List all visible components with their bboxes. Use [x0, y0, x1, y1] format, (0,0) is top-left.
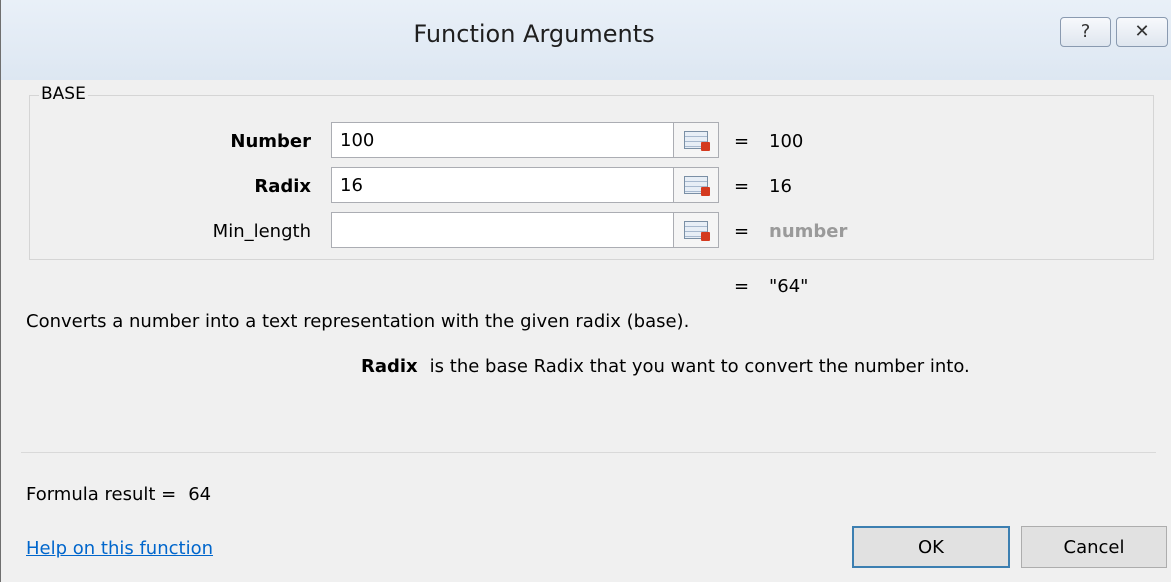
equals-sign: =	[734, 176, 750, 197]
number-input[interactable]	[331, 122, 676, 158]
help-on-function-link[interactable]: Help on this function	[26, 538, 213, 559]
collapse-dialog-button-number[interactable]	[673, 122, 719, 158]
function-name-label: BASE	[39, 84, 88, 104]
divider	[21, 452, 1156, 453]
equals-sign: =	[734, 221, 750, 242]
arg-result-radix: 16	[769, 176, 792, 197]
arg-label-min-length: Min_length	[212, 221, 311, 242]
function-arguments-dialog: Function Arguments ? ✕ BASE Number = 100…	[0, 0, 1171, 582]
cancel-button[interactable]: Cancel	[1021, 526, 1167, 568]
collapse-dialog-button-radix[interactable]	[673, 167, 719, 203]
arg-result-number: 100	[769, 131, 804, 152]
ok-button[interactable]: OK	[852, 526, 1010, 568]
radix-input[interactable]	[331, 167, 676, 203]
argument-description-name: Radix	[361, 356, 418, 377]
range-select-icon	[684, 176, 710, 196]
collapse-dialog-button-min-length[interactable]	[673, 212, 719, 248]
formula-result-label: Formula result =	[26, 484, 177, 505]
arg-label-radix: Radix	[254, 176, 311, 197]
close-button[interactable]: ✕	[1116, 17, 1168, 47]
min-length-input[interactable]	[331, 212, 676, 248]
range-select-icon	[684, 221, 710, 241]
equals-sign: =	[734, 131, 750, 152]
formula-result-value: 64	[188, 484, 212, 505]
arg-label-number: Number	[230, 131, 311, 152]
arg-result-min-length: number	[769, 221, 848, 242]
equals-sign: =	[734, 276, 750, 297]
function-result-preview: "64"	[769, 276, 809, 297]
title-bar[interactable]: Function Arguments ? ✕	[1, 0, 1171, 80]
close-icon: ✕	[1134, 21, 1150, 42]
formula-result: Formula result = 64	[26, 484, 211, 505]
range-select-icon	[684, 131, 710, 151]
argument-description-text: is the base Radix that you want to conve…	[429, 356, 970, 377]
question-icon: ?	[1080, 21, 1091, 42]
function-description: Converts a number into a text representa…	[26, 311, 690, 332]
help-button[interactable]: ?	[1060, 17, 1111, 47]
dialog-title: Function Arguments	[413, 20, 655, 48]
argument-description: Radix is the base Radix that you want to …	[361, 356, 970, 377]
